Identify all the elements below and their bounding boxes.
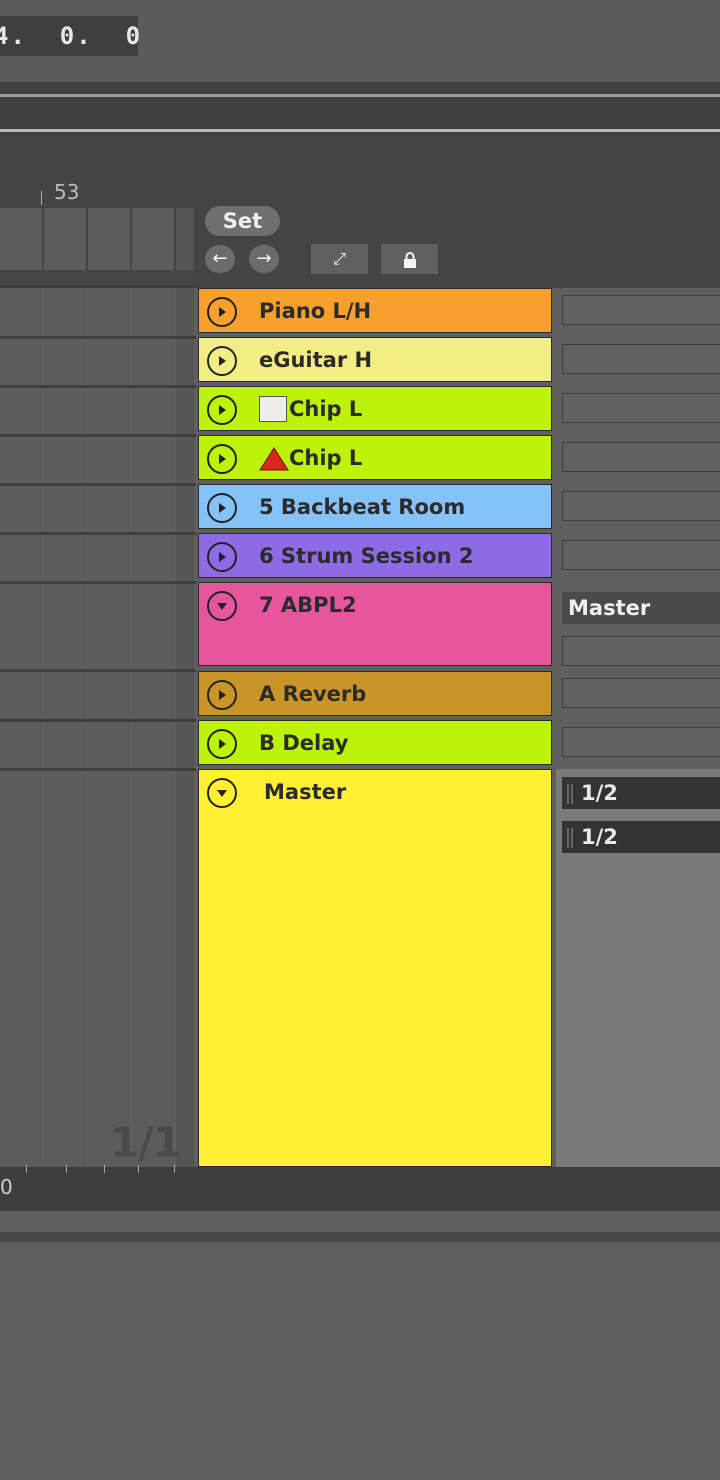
track-name[interactable]: Chip L [259, 387, 362, 431]
track-header[interactable]: Master [198, 769, 552, 1167]
overview-scroll-line [0, 94, 720, 97]
track-header[interactable]: 5 Backbeat Room [198, 484, 552, 529]
grid-column[interactable] [44, 208, 86, 1167]
fold-closed-icon[interactable] [207, 395, 237, 425]
track-name[interactable]: B Delay [259, 721, 348, 765]
track-name[interactable]: Master [264, 770, 346, 814]
scale-tick [104, 1165, 105, 1173]
fold-open-icon[interactable] [207, 591, 237, 621]
overview-strip[interactable] [0, 82, 720, 134]
track-name[interactable]: A Reverb [259, 672, 366, 716]
grid-row-divider [0, 385, 196, 388]
track-io-slot[interactable] [562, 491, 720, 521]
drag-grip-icon [567, 784, 573, 804]
track-io-slot[interactable] [562, 540, 720, 570]
master-output-select[interactable]: 1/2 [562, 821, 720, 853]
grid-column[interactable] [0, 208, 42, 1167]
track-io-slot[interactable] [562, 393, 720, 423]
grid-row-divider [0, 336, 196, 339]
fold-closed-icon[interactable] [207, 297, 237, 327]
track-name[interactable]: eGuitar H [259, 338, 372, 382]
track-name[interactable]: 7 ABPL2 [259, 583, 357, 627]
scale-tick [138, 1165, 139, 1173]
track-name-label: 7 ABPL2 [259, 593, 357, 617]
fold-closed-icon[interactable] [207, 729, 237, 759]
bottom-scrollbar[interactable] [0, 1232, 720, 1242]
fold-closed-icon[interactable] [207, 493, 237, 523]
fold-open-icon[interactable] [207, 778, 237, 808]
track-io-slot[interactable] [562, 727, 720, 757]
set-button[interactable]: Set [205, 206, 280, 236]
ruler-tick [41, 191, 42, 205]
track-name[interactable]: Chip L [259, 436, 362, 480]
ruler-bar-label: 53 [54, 180, 80, 204]
output-routing-select[interactable]: Master [562, 592, 720, 624]
drag-grip-icon [567, 828, 573, 848]
arrow-right-icon[interactable]: → [249, 245, 279, 273]
track-name[interactable]: Piano L/H [259, 289, 371, 333]
track-header[interactable]: B Delay [198, 720, 552, 765]
grid-row-divider [0, 483, 196, 486]
scale-tick [174, 1165, 175, 1173]
grid-column[interactable] [176, 208, 194, 1167]
track-name-label: Chip L [289, 397, 363, 421]
grid-row-divider [0, 434, 196, 437]
master-output-value: 1/2 [581, 825, 618, 849]
track-name[interactable]: 6 Strum Session 2 [259, 534, 473, 578]
scale-tick [66, 1165, 67, 1173]
scale-start-label: 0 [0, 1175, 13, 1199]
track-header[interactable]: 6 Strum Session 2 [198, 533, 552, 578]
resize-diagonal-icon[interactable]: ⤢ [311, 244, 368, 274]
fold-closed-icon[interactable] [207, 542, 237, 572]
track-io-slot[interactable] [562, 442, 720, 472]
track-name-label: Piano L/H [259, 299, 372, 323]
track-header[interactable]: eGuitar H [198, 337, 552, 382]
scale-tick [26, 1165, 27, 1173]
track-header[interactable]: Piano L/H [198, 288, 552, 333]
track-header[interactable]: Chip L [198, 435, 552, 480]
track-name-label: Master [264, 780, 347, 804]
cue-output-select[interactable]: 1/2 [562, 777, 720, 809]
red-warning-triangle-icon [259, 436, 289, 480]
grid-column[interactable] [88, 208, 130, 1167]
track-io-slot[interactable] [562, 344, 720, 374]
track-header[interactable]: Chip L [198, 386, 552, 431]
track-name-label: Chip L [289, 446, 363, 470]
grid-row-divider [0, 581, 196, 584]
grid-row-divider [0, 532, 196, 535]
track-name[interactable]: 5 Backbeat Room [259, 485, 465, 529]
track-io-slot[interactable] [562, 295, 720, 325]
overview-scroll-line [0, 129, 720, 132]
fold-closed-icon[interactable] [207, 346, 237, 376]
track-io-slot[interactable] [562, 678, 720, 708]
grid-row-divider [0, 285, 196, 288]
bottom-scale-bar [0, 1167, 720, 1211]
track-name-label: 6 Strum Session 2 [259, 544, 474, 568]
cue-output-value: 1/2 [581, 781, 618, 805]
track-header[interactable]: A Reverb [198, 671, 552, 716]
track-io-slot[interactable] [562, 636, 720, 666]
white-square-icon [259, 396, 287, 422]
fold-closed-icon[interactable] [207, 680, 237, 710]
song-position-display[interactable]: 4. 0. 0 [0, 16, 140, 56]
grid-row-divider [0, 719, 196, 722]
page-indicator: 1/1 [110, 1118, 182, 1167]
grid-row-divider [0, 669, 196, 672]
track-name-label: A Reverb [259, 682, 367, 706]
track-name-label: 5 Backbeat Room [259, 495, 466, 519]
grid-row-divider [0, 768, 196, 771]
track-name-label: B Delay [259, 731, 349, 755]
lock-icon[interactable] [381, 244, 438, 274]
track-name-label: eGuitar H [259, 348, 373, 372]
grid-column[interactable] [132, 208, 174, 1167]
track-header[interactable]: 7 ABPL2 [198, 582, 552, 666]
arrow-left-icon[interactable]: ← [205, 245, 235, 273]
fold-closed-icon[interactable] [207, 444, 237, 474]
